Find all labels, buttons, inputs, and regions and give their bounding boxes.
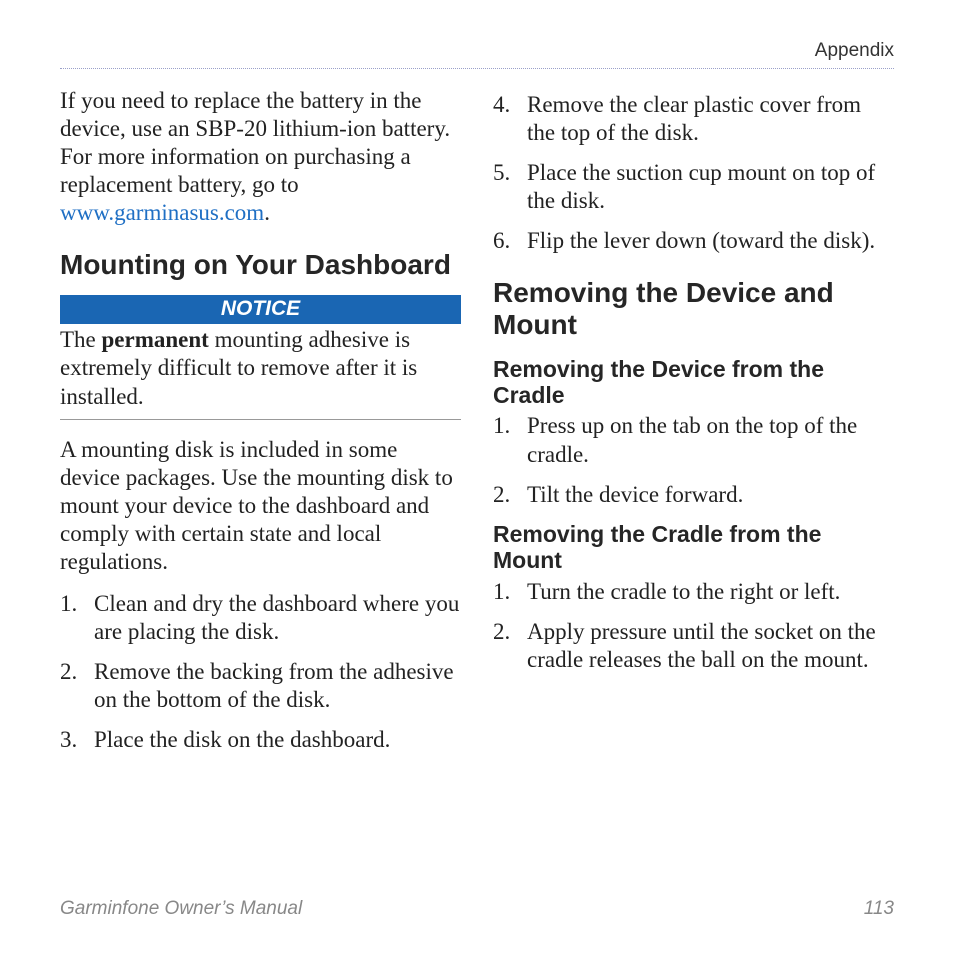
manual-page: Appendix If you need to replace the batt… xyxy=(0,0,954,954)
notice-pre: The xyxy=(60,327,102,352)
mounting-steps-1-3: Clean and dry the dashboard where you ar… xyxy=(60,590,461,754)
step-item: Clean and dry the dashboard where you ar… xyxy=(60,590,461,646)
step-item: Remove the backing from the adhesive on … xyxy=(60,658,461,714)
subheading-remove-from-cradle: Removing the Device from the Cradle xyxy=(493,356,894,409)
footer-page-number: 113 xyxy=(864,898,894,920)
step-item: Place the suction cup mount on top of th… xyxy=(493,159,894,215)
remove-cradle-steps: Press up on the tab on the top of the cr… xyxy=(493,412,894,508)
step-item: Remove the clear plastic cover from the … xyxy=(493,91,894,147)
heading-mounting-dashboard: Mounting on Your Dashboard xyxy=(60,249,461,281)
notice-bold: permanent xyxy=(102,327,209,352)
left-column: If you need to replace the battery in th… xyxy=(60,87,461,766)
step-item: Place the disk on the dashboard. xyxy=(60,726,461,754)
mounting-steps-4-6: Remove the clear plastic cover from the … xyxy=(493,91,894,255)
step-item: Flip the lever down (toward the disk). xyxy=(493,227,894,255)
disk-paragraph: A mounting disk is included in some devi… xyxy=(60,436,461,576)
page-footer: Garminfone Owner’s Manual 113 xyxy=(60,898,894,920)
step-item: Apply pressure until the socket on the c… xyxy=(493,618,894,674)
two-column-layout: If you need to replace the battery in th… xyxy=(60,87,894,766)
step-item: Turn the cradle to the right or left. xyxy=(493,578,894,606)
battery-paragraph: If you need to replace the battery in th… xyxy=(60,87,461,227)
subheading-remove-cradle-from-mount: Removing the Cradle from the Mount xyxy=(493,521,894,574)
battery-text-post: . xyxy=(264,200,270,225)
step-item: Tilt the device forward. xyxy=(493,481,894,509)
notice-text: The permanent mounting adhesive is extre… xyxy=(60,326,461,410)
header-section-label: Appendix xyxy=(60,40,894,69)
battery-text-pre: If you need to replace the battery in th… xyxy=(60,88,450,197)
notice-box: The permanent mounting adhesive is extre… xyxy=(60,326,461,419)
right-column: Remove the clear plastic cover from the … xyxy=(493,87,894,766)
step-item: Press up on the tab on the top of the cr… xyxy=(493,412,894,468)
battery-link[interactable]: www.garminasus.com xyxy=(60,200,264,225)
heading-removing-device-mount: Removing the Device and Mount xyxy=(493,277,894,341)
remove-mount-steps: Turn the cradle to the right or left. Ap… xyxy=(493,578,894,674)
notice-bar: NOTICE xyxy=(60,295,461,324)
footer-title: Garminfone Owner’s Manual xyxy=(60,898,302,920)
